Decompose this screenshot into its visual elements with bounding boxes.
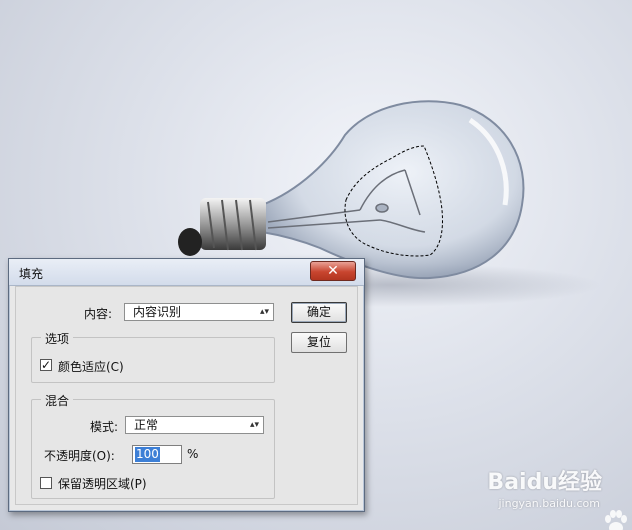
options-legend: 选项 xyxy=(41,330,74,347)
preserve-transparency-label: 保留透明区域(P) xyxy=(58,477,147,491)
blend-legend: 混合 xyxy=(41,392,74,409)
color-adapt-label: 颜色适应(C) xyxy=(58,360,124,374)
bulb-base xyxy=(178,198,266,256)
checkmark-icon: ✓ xyxy=(41,358,52,372)
mode-select[interactable]: 正常 ▴▾ xyxy=(125,416,264,434)
dropdown-arrow-icon: ▴▾ xyxy=(249,420,259,430)
bulb-glass xyxy=(261,100,525,280)
opacity-value: 100 xyxy=(135,447,160,462)
watermark-brand: Baidu经验 xyxy=(487,470,602,495)
opacity-unit: % xyxy=(187,447,199,461)
dialog-title: 填充 xyxy=(19,267,44,281)
content-select-value: 内容识别 xyxy=(133,305,182,319)
opacity-input[interactable]: 100 xyxy=(132,445,182,464)
dialog-titlebar[interactable]: 填充 ✕ xyxy=(9,259,364,286)
mode-select-value: 正常 xyxy=(134,418,159,432)
color-adapt-checkbox[interactable]: ✓ xyxy=(40,359,52,371)
close-icon: ✕ xyxy=(327,263,339,279)
dialog-body: 内容: 内容识别 ▴▾ 确定 复位 选项 ✓ 颜色适应(C) 混合 模式: 正常… xyxy=(15,286,358,505)
content-label: 内容: xyxy=(84,307,113,321)
reset-button[interactable]: 复位 xyxy=(291,332,347,353)
content-select[interactable]: 内容识别 ▴▾ xyxy=(124,303,274,321)
opacity-label: 不透明度(O): xyxy=(44,449,115,463)
fill-dialog: 填充 ✕ 内容: 内容识别 ▴▾ 确定 复位 选项 ✓ 颜色适应(C) 混合 模… xyxy=(8,258,365,512)
preserve-transparency-checkbox[interactable] xyxy=(40,477,52,489)
close-button[interactable]: ✕ xyxy=(310,261,356,281)
ok-button[interactable]: 确定 xyxy=(291,302,347,323)
dropdown-arrow-icon: ▴▾ xyxy=(259,307,269,317)
baidu-paw-icon xyxy=(605,510,627,530)
watermark-url: jingyan.baidu.com xyxy=(498,497,600,510)
mode-label: 模式: xyxy=(90,420,119,434)
